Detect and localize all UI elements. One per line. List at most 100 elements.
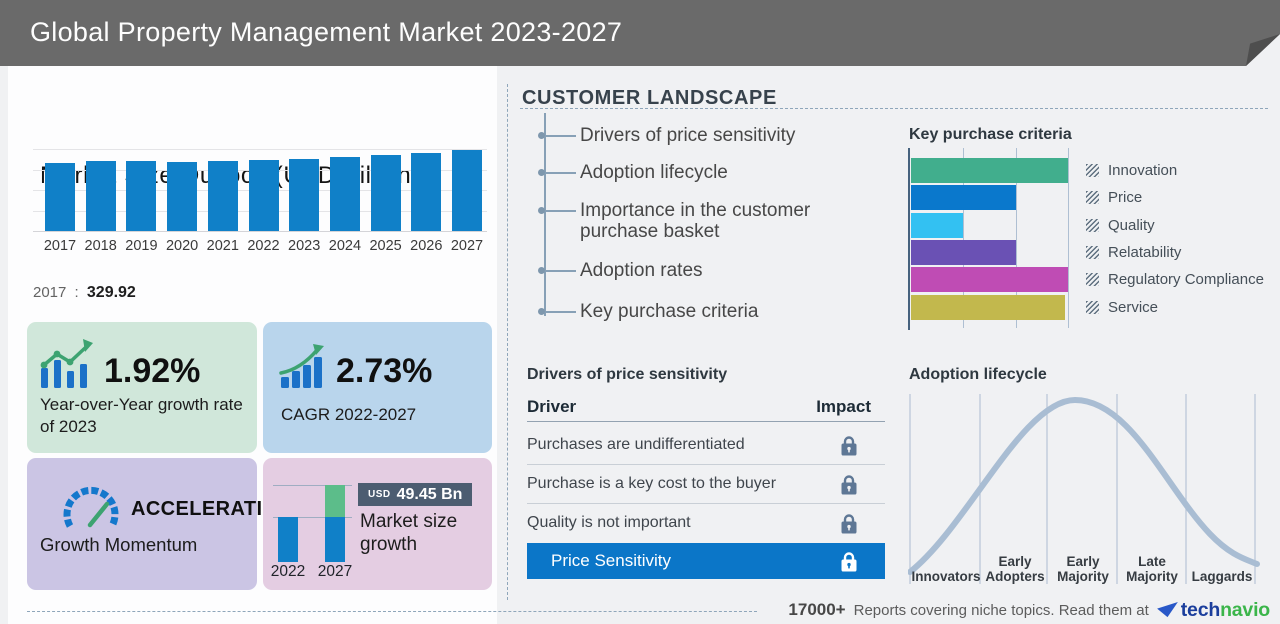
kpc-legend-item-quality: Quality	[1086, 216, 1155, 234]
col-driver: Driver	[527, 397, 577, 416]
driver-label: Price Sensitivity	[551, 551, 671, 570]
header-rule	[527, 421, 885, 422]
growth-bar-2027	[325, 517, 345, 562]
year-tick-label: 2020	[165, 238, 199, 254]
legend-label: Regulatory Compliance	[1108, 271, 1264, 289]
market-size-bar-2025	[370, 155, 401, 231]
driver-row: Purchase is a key cost to the buyer	[527, 465, 885, 503]
lifecycle-stage: Laggards	[1191, 569, 1253, 584]
driver-label: Purchases are undifferentiated	[527, 436, 745, 453]
year-tick-label: 2024	[328, 238, 362, 254]
market-size-bar-2023	[289, 159, 320, 231]
growth-amount-badge: USD 49.45 Bn	[358, 483, 473, 506]
tree-connector-line	[544, 113, 546, 316]
lock-icon	[841, 474, 857, 494]
header-banner: Global Property Management Market 2023-2…	[0, 0, 1280, 66]
legend-label: Service	[1108, 298, 1159, 316]
badge-currency: USD	[368, 489, 391, 500]
legend-swatch-icon	[1086, 164, 1099, 177]
kpc-bar-quality	[911, 212, 963, 238]
callout-year: 2017	[33, 284, 67, 301]
year-tick-label: 2025	[369, 238, 402, 254]
legend-swatch-icon	[1086, 300, 1099, 314]
col-impact: Impact	[816, 397, 871, 416]
driver-row: Purchases are undifferentiated	[527, 426, 885, 464]
growth-bar-2022	[278, 517, 298, 562]
callout-separator: :	[74, 284, 79, 301]
growth-bar-2027-delta	[325, 485, 345, 517]
legend-label: Innovation	[1108, 162, 1178, 179]
landscape-item: Adoption rates	[538, 260, 902, 281]
callout-value: 329.92	[86, 284, 136, 301]
momentum-label: Growth Momentum	[40, 534, 198, 555]
growth-year-label: 2027	[317, 563, 353, 580]
lifecycle-stage: Early Majority	[1057, 554, 1109, 584]
market-size-year-labels: 2017 2018 2019 2020 2021 2022 2023 2024 2025 2026…	[33, 238, 487, 256]
year-tick-label: 2017	[43, 238, 77, 254]
year-tick-label: 2023	[288, 238, 321, 254]
market-size-bar-2024	[329, 157, 360, 231]
driver-row: Quality is not important	[527, 504, 885, 542]
kpc-bar-relatability	[911, 239, 1016, 265]
market-size-bar-chart	[33, 140, 487, 232]
drivers-table-header: Driver Impact	[527, 397, 885, 417]
brand-navio: navio	[1220, 598, 1270, 621]
chart-callout: 2017 : 329.92	[33, 284, 136, 302]
year-tick-label: 2022	[247, 238, 280, 254]
lock-icon	[841, 551, 857, 571]
lock-icon	[841, 513, 857, 533]
footer-note: Reports covering niche topics. Read them…	[853, 601, 1149, 619]
year-tick-label: 2027	[450, 238, 484, 254]
speedometer-icon	[63, 486, 119, 528]
market-size-bar-2021	[207, 161, 238, 231]
kpc-legend-item-price: Price	[1086, 189, 1142, 207]
kpc-title: Key purchase criteria	[909, 126, 1072, 143]
customer-landscape-title: CUSTOMER LANDSCAPE	[522, 87, 777, 109]
driver-label: Quality is not important	[527, 514, 691, 531]
kpc-y-axis	[908, 148, 910, 330]
dashed-underline	[520, 108, 1268, 109]
bar-trend-icon	[40, 339, 93, 388]
legend-label: Price	[1108, 189, 1143, 207]
legend-swatch-icon	[1086, 245, 1099, 259]
kpc-legend-item-regulatory-compliance: Regulatory Compliance	[1086, 271, 1264, 289]
legend-label: Relatability	[1108, 243, 1182, 261]
yoy-growth-label: Year-over-Year growth rate of 2023	[40, 395, 243, 437]
yoy-growth-value: 1.92%	[104, 352, 201, 390]
year-tick-label: 2018	[84, 238, 117, 254]
legend-swatch-icon	[1086, 191, 1099, 205]
kpc-bar-service	[911, 294, 1065, 320]
year-tick-label: 2019	[125, 238, 158, 254]
market-size-bar-2017	[45, 163, 75, 231]
kpc-legend-item-service: Service	[1086, 298, 1158, 316]
growth-year-label: 2022	[270, 563, 306, 580]
cagr-label: CAGR 2022-2027	[281, 405, 417, 424]
column-divider	[507, 84, 508, 600]
legend-swatch-icon	[1086, 273, 1099, 287]
lock-icon	[841, 435, 857, 455]
lifecycle-title: Adoption lifecycle	[909, 366, 1047, 383]
technavio-arrow-icon	[1156, 601, 1178, 617]
market-size-bar-2020	[167, 162, 198, 231]
market-size-bar-2018	[85, 161, 116, 231]
growth-arrow-icon	[279, 344, 324, 388]
lifecycle-stage: Late Majority	[1126, 554, 1178, 584]
lifecycle-stage: Innovators	[911, 569, 981, 584]
landscape-item: Importance in the customer purchase bask…	[538, 200, 890, 242]
brand-tech: tech	[1180, 598, 1221, 621]
landscape-item: Adoption lifecycle	[538, 162, 902, 183]
gridline	[1068, 148, 1069, 328]
market-size-bar-2026	[411, 153, 442, 231]
landscape-item: Drivers of price sensitivity	[538, 125, 902, 146]
gridline	[33, 149, 487, 150]
badge-amount: 49.45 Bn	[396, 485, 463, 503]
landscape-item: Key purchase criteria	[538, 301, 902, 322]
year-tick-label: 2026	[410, 238, 443, 254]
legend-label: Quality	[1108, 216, 1155, 234]
drivers-title: Drivers of price sensitivity	[527, 366, 728, 383]
cagr-value: 2.73%	[336, 352, 433, 390]
growth-card-label: Market size growth	[360, 511, 458, 556]
technavio-logo: technavio	[1156, 598, 1270, 622]
footer: 17000+ Reports covering niche topics. Re…	[788, 598, 1270, 622]
year-tick-label: 2021	[206, 238, 239, 254]
